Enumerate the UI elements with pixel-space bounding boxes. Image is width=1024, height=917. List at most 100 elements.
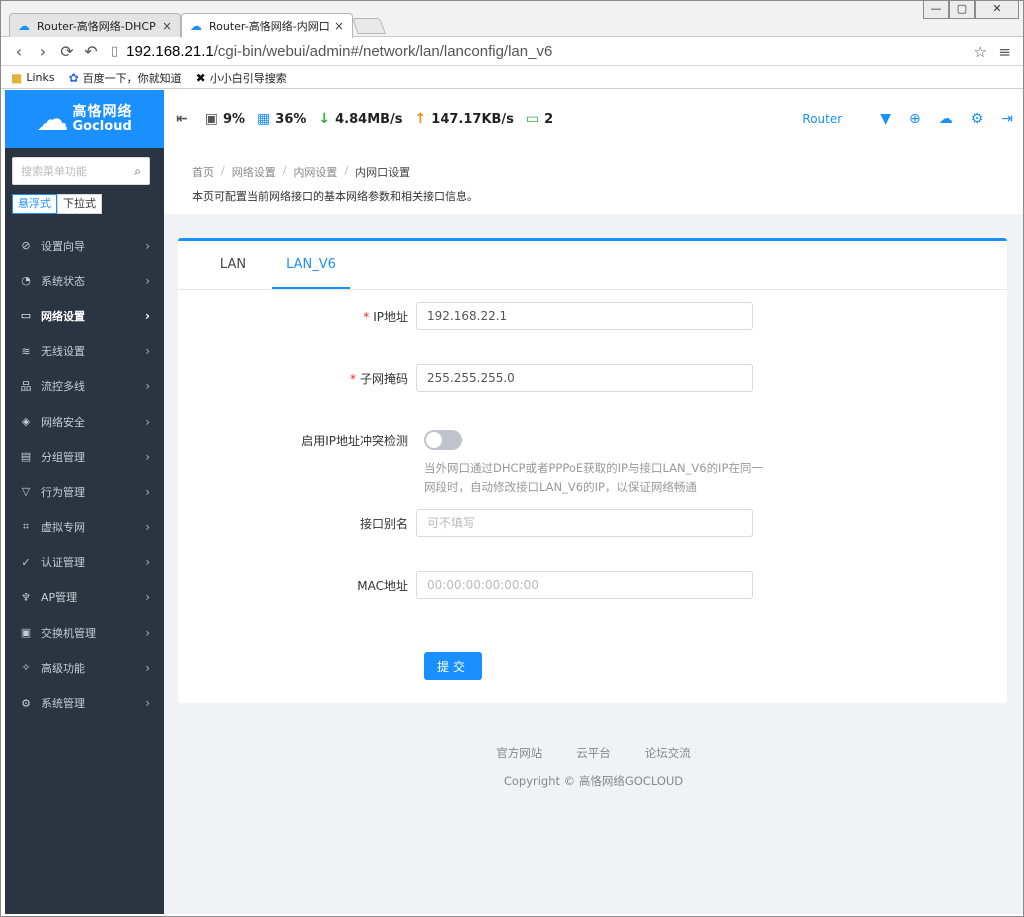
pin-icon: ✧ — [21, 661, 31, 675]
theme-shirt-icon[interactable]: ▼ — [880, 111, 891, 127]
sidebar-item-label: 认证管理 — [41, 556, 85, 570]
collapse-menu-button[interactable]: ⇤ — [176, 111, 193, 127]
footer-link-cloud[interactable]: 云平台 — [576, 745, 611, 761]
alias-input[interactable] — [416, 509, 753, 537]
sidebar-item-flow-control[interactable]: 品流控多线 › — [5, 369, 164, 404]
bookmark-star-icon[interactable]: ☆ — [974, 43, 987, 61]
mode-floating-button[interactable]: 悬浮式 — [12, 194, 57, 214]
conflict-label: 启用IP地址冲突检测 — [301, 433, 408, 448]
chevron-right-icon: › — [145, 273, 150, 288]
sidebar-nav: ⊘ 设置向导 › ◔ 系统状态 › ▭ 网络设置 › ≋ 无线设置 › 品流控多线 › ◈ 网络安全… — [5, 228, 164, 721]
new-tab-button[interactable] — [352, 18, 386, 34]
brand-cn: 高恪网络 — [72, 103, 133, 120]
chevron-right-icon: › — [145, 555, 150, 570]
conflict-detection-toggle[interactable] — [424, 430, 462, 450]
browser-menu-icon[interactable]: ≡ — [998, 43, 1011, 61]
search-icon[interactable]: ⌕ — [134, 164, 141, 179]
cloud-upload-icon[interactable]: ☁ — [939, 111, 953, 127]
footer: 官方网站 云平台 论坛交流 Copyright © 高恪网络GOCLOUD — [164, 745, 1023, 789]
cpu-value: 9% — [222, 111, 246, 127]
settings-gear-icon[interactable]: ⚙ — [971, 111, 984, 127]
chevron-right-icon: › — [145, 238, 150, 253]
sidebar-item-label: 无线设置 — [41, 345, 85, 359]
online-devices[interactable]: ▭ 2 — [526, 111, 553, 127]
sidebar-item-system-admin[interactable]: ⚙ 系统管理 › — [5, 685, 164, 720]
chevron-right-icon: › — [145, 414, 150, 429]
sidebar-item-security[interactable]: ◈ 网络安全 › — [5, 404, 164, 439]
close-window-button[interactable]: ✕ — [975, 1, 1019, 19]
maximize-button[interactable]: ▢ — [949, 1, 975, 19]
check-shield-icon: ✓ — [21, 555, 31, 569]
sidebar-item-label: 系统状态 — [41, 274, 85, 288]
menu-search-input[interactable] — [21, 164, 135, 178]
mask-label: * 子网掩码 — [178, 370, 416, 387]
sidebar-item-setup-wizard[interactable]: ⊘ 设置向导 › — [5, 228, 164, 263]
sidebar-item-network-settings[interactable]: ▭ 网络设置 › — [5, 298, 164, 333]
memory-icon: ▦ — [257, 111, 271, 127]
subnet-mask-input[interactable] — [416, 364, 753, 392]
url-field[interactable]: 192.168.21.1/cgi-bin/webui/admin#/networ… — [126, 43, 552, 60]
brand-en: Gocloud — [72, 118, 132, 134]
breadcrumb-network[interactable]: 网络设置 — [232, 164, 276, 180]
undo-icon[interactable]: ↶ — [79, 42, 103, 61]
toggle-knob — [426, 432, 442, 448]
monitor-device-icon: ▭ — [525, 111, 540, 127]
sidebar-item-auth[interactable]: ✓ 认证管理 › — [5, 545, 164, 580]
address-bar: ‹ › ⟳ ↶ ▯ 192.168.21.1/cgi-bin/webui/adm… — [1, 38, 1023, 66]
mask-label-text: 子网掩码 — [359, 371, 408, 386]
bookmark-label: Links — [26, 71, 55, 84]
tab-close-icon[interactable]: × — [162, 19, 172, 33]
required-mark: * — [349, 371, 356, 386]
browser-tab-lan[interactable]: ☁ Router-高恪网络-内网口设 × — [181, 13, 353, 38]
submit-button[interactable]: 提交 — [424, 652, 482, 680]
bookmark-xiaobai[interactable]: ✖ 小小白引导搜索 — [196, 70, 287, 86]
footer-link-forum[interactable]: 论坛交流 — [645, 745, 691, 761]
filter-icon: ▽ — [21, 485, 31, 499]
mode-dropdown-button[interactable]: 下拉式 — [57, 194, 102, 214]
top-status-bar: ⇤ ▣ 9% ▦ 36% ↓ 4.84MB/s ↑ 147.17KB/s ▭ 2 Rout… — [164, 90, 1023, 148]
sidebar-item-advanced[interactable]: ✧ 高级功能 › — [5, 650, 164, 685]
bookmark-links[interactable]: ■ Links — [11, 71, 55, 85]
chevron-right-icon: › — [145, 520, 150, 535]
required-mark: * — [363, 309, 370, 324]
sidebar-item-behavior[interactable]: ▽ 行为管理 › — [5, 474, 164, 509]
breadcrumb-lan[interactable]: 内网设置 — [293, 164, 337, 180]
footer-link-official[interactable]: 官方网站 — [496, 745, 542, 761]
minimize-button[interactable]: — — [923, 1, 949, 19]
ip-row: * IP地址 — [178, 302, 1007, 330]
gocloud-logo[interactable]: ☁ 高恪网络 Gocloud — [5, 90, 164, 148]
sidebar-item-group[interactable]: ▤ 分组管理 › — [5, 439, 164, 474]
tab-strip: ☁ Router-高恪网络-DHCP × ☁ Router-高恪网络-内网口设 … — [1, 1, 1023, 38]
tab-close-icon[interactable]: × — [334, 19, 344, 33]
browser-window: ☁ Router-高恪网络-DHCP × ☁ Router-高恪网络-内网口设 … — [0, 0, 1024, 917]
sidebar-item-wireless[interactable]: ≋ 无线设置 › — [5, 334, 164, 369]
router-link[interactable]: Router — [802, 112, 842, 126]
sidebar-item-label: 高级功能 — [41, 661, 85, 675]
breadcrumb-home[interactable]: 首页 — [192, 164, 214, 180]
upload-speed: ↑ 147.17KB/s — [415, 111, 514, 127]
reload-icon[interactable]: ⟳ — [55, 42, 79, 61]
logout-icon[interactable]: ⇥ — [1001, 111, 1013, 127]
sidebar-item-vpn[interactable]: ⌗ 虚拟专网 › — [5, 510, 164, 545]
back-icon[interactable]: ‹ — [7, 42, 31, 61]
memory-usage: ▦ 36% — [257, 111, 306, 127]
tab-lan[interactable]: LAN — [194, 241, 272, 289]
sidebar-item-switch[interactable]: ▣ 交换机管理 › — [5, 615, 164, 650]
breadcrumb-separator: / — [221, 164, 225, 177]
sidebar: ☁ 高恪网络 Gocloud ⌕ 悬浮式 下拉式 ⊘ 设置向导 › ◔ 系统状态 › ▭… — [5, 90, 164, 914]
ip-address-input[interactable] — [416, 302, 753, 330]
window-controls: — ▢ ✕ — [923, 1, 1019, 19]
globe-icon[interactable]: ⊕ — [909, 111, 921, 127]
tab-title: Router-高恪网络-DHCP — [37, 19, 156, 33]
chevron-right-icon: › — [145, 308, 150, 323]
menu-search-box: ⌕ — [12, 157, 150, 185]
sidebar-item-system-status[interactable]: ◔ 系统状态 › — [5, 263, 164, 298]
bookmark-label: 百度一下，你就知道 — [82, 71, 182, 85]
tab-lan-v6[interactable]: LAN_V6 — [272, 241, 350, 289]
conflict-row: 启用IP地址冲突检测 — [178, 426, 1007, 454]
sidebar-item-ap[interactable]: ♆ AP管理 › — [5, 580, 164, 615]
mac-address-input[interactable] — [416, 571, 753, 599]
bookmark-baidu[interactable]: ✿ 百度一下，你就知道 — [69, 70, 182, 86]
browser-tab-dhcp[interactable]: ☁ Router-高恪网络-DHCP × — [9, 13, 181, 37]
forward-icon[interactable]: › — [31, 42, 55, 61]
